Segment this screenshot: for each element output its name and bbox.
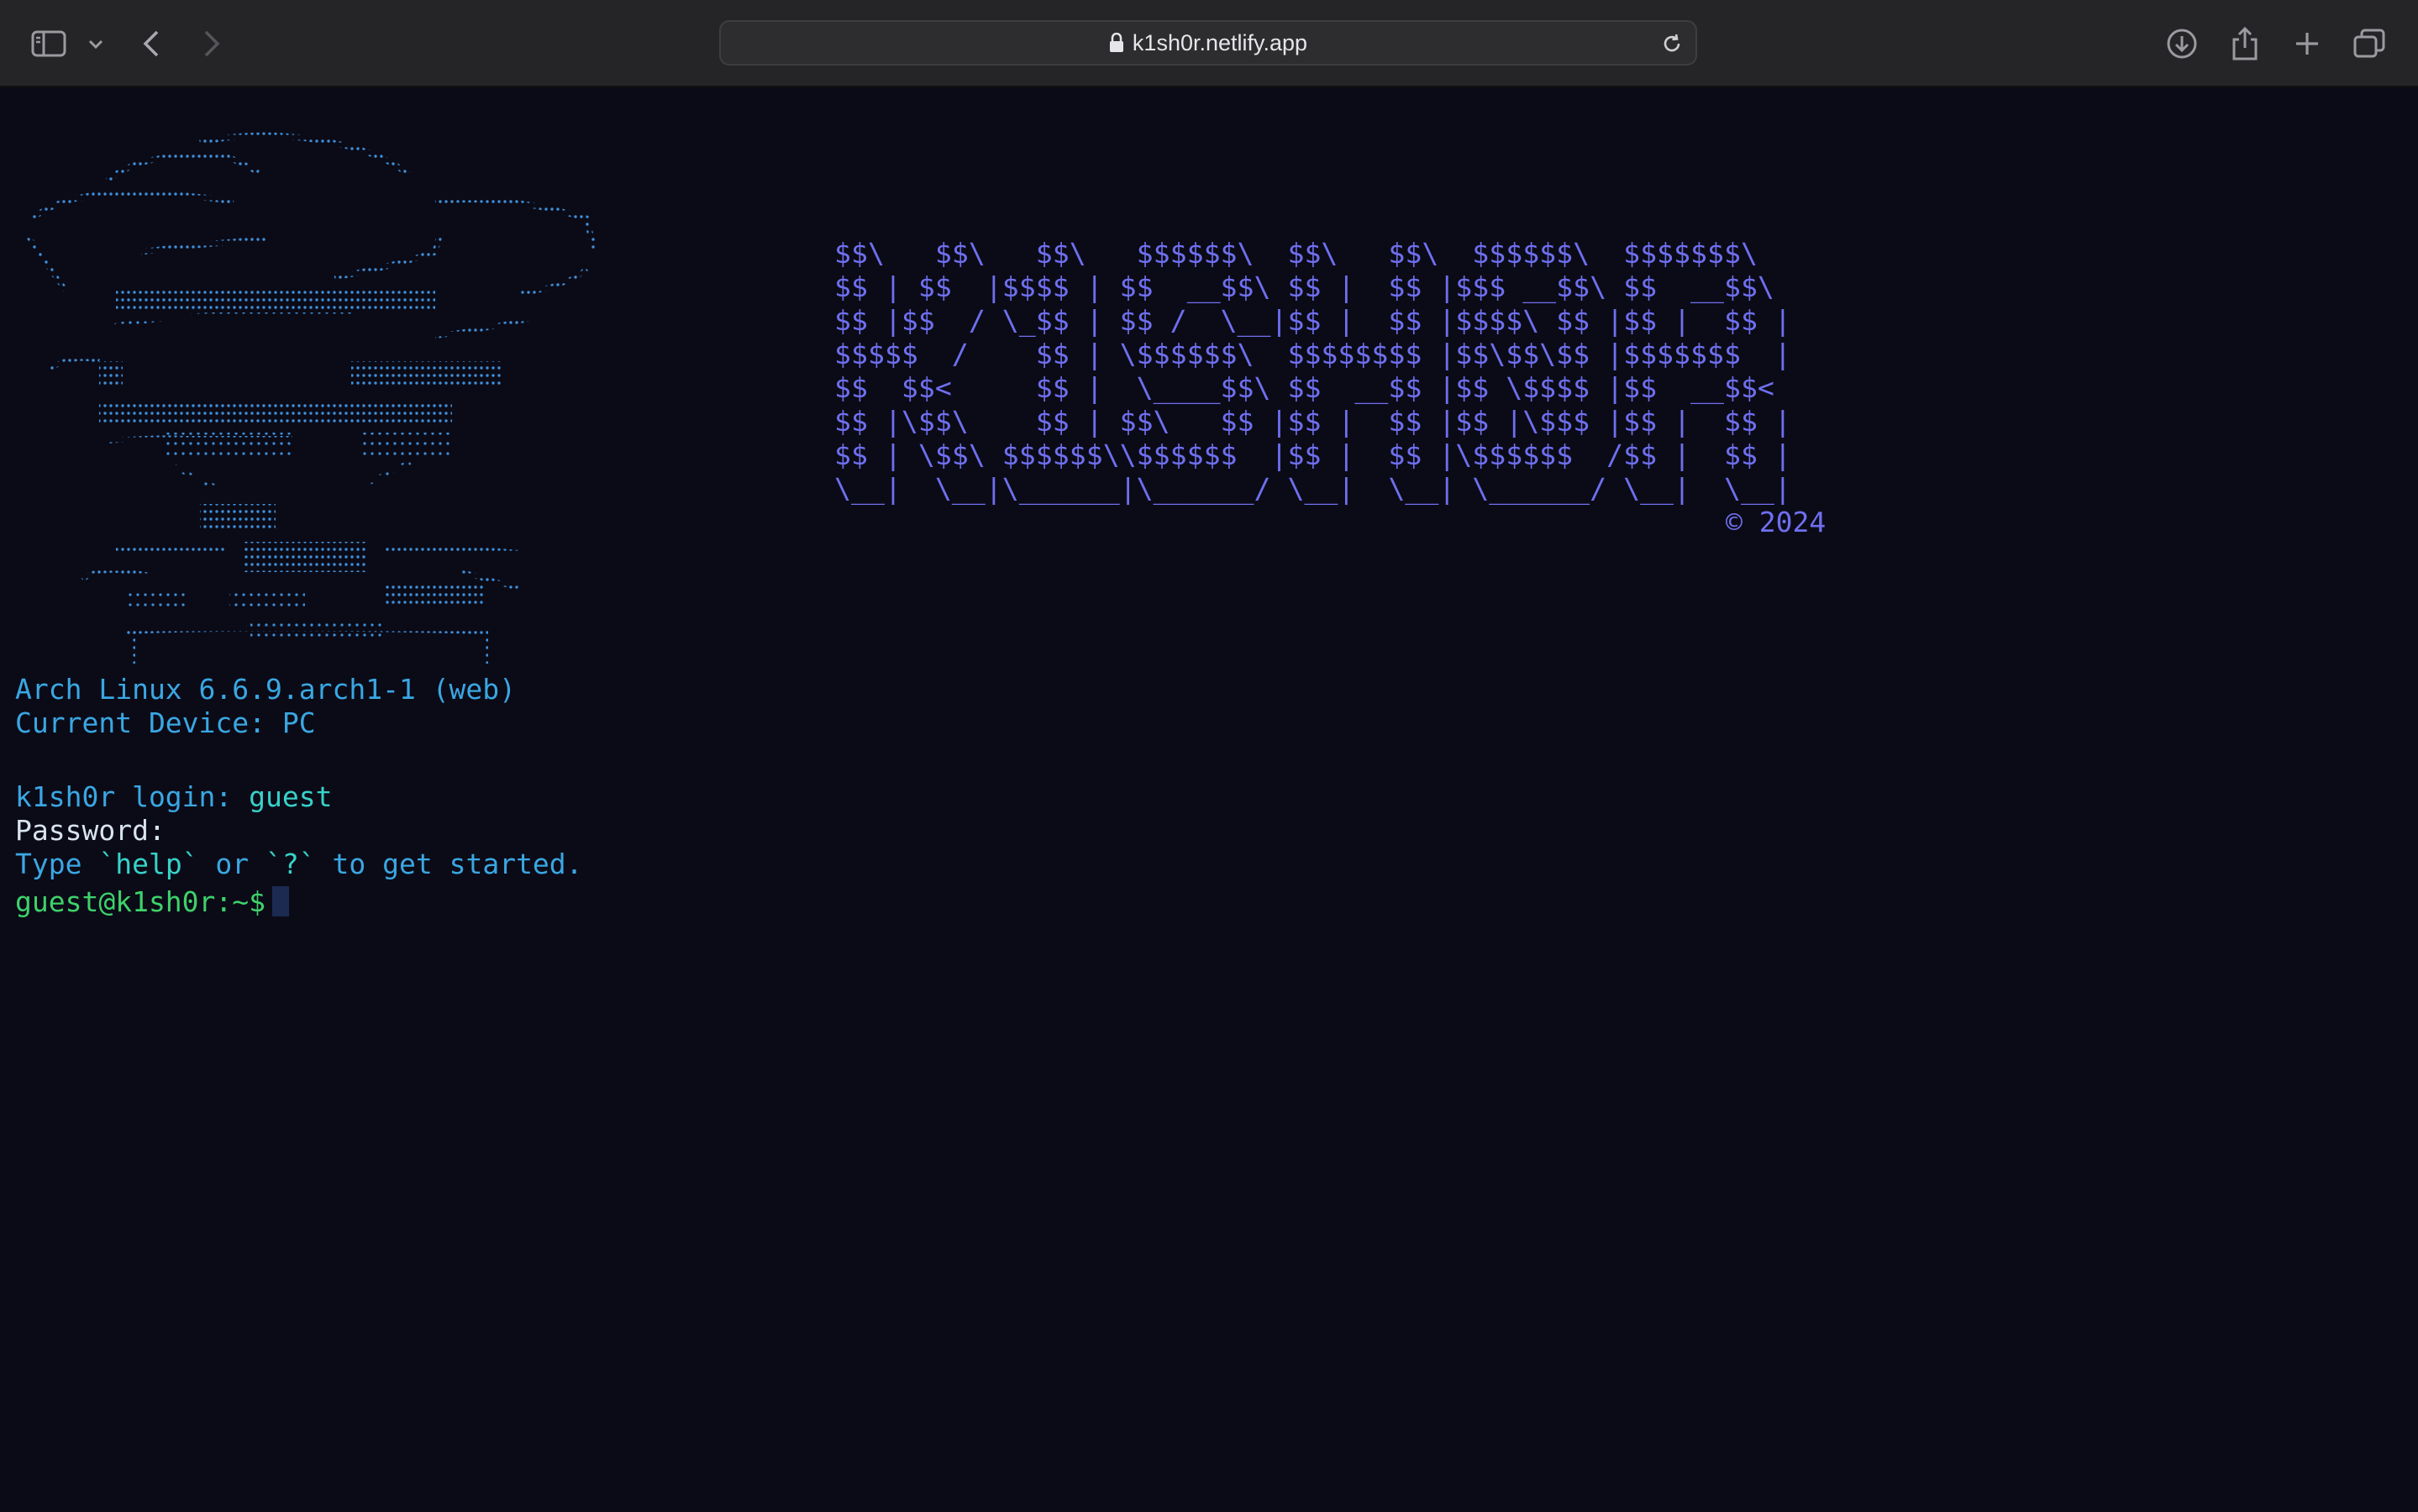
- banner-line: $$ |$$ / \_$$ | $$ / \__|$$ | $$ |$$$$\ …: [834, 304, 1791, 337]
- download-icon[interactable]: [2157, 18, 2207, 69]
- banner-line: $$ $$< $$ | \____$$\ $$ __$$ |$$ \$$$$ |…: [834, 371, 1774, 404]
- reload-icon[interactable]: [1657, 29, 1687, 59]
- hint-line: Type `help` or `?` to get started.: [15, 848, 583, 881]
- hint-or: or: [198, 848, 266, 880]
- banner-line: $$\ $$\ $$\ $$$$$$\ $$\ $$\ $$$$$$\ $$$$…: [834, 237, 1758, 270]
- banner-line: \__| \__|\______|\______/ \__| \__| \___…: [834, 472, 1791, 505]
- banner-line: $$ | \$$\ $$$$$$\\$$$$$$ |$$ | $$ |\$$$$…: [834, 438, 1791, 471]
- banner-line: $$$$$ / $$ | \$$$$$$\ $$$$$$$$ |$$\$$\$$…: [834, 338, 1791, 370]
- login-user: guest: [249, 780, 333, 813]
- browser-toolbar: k1sh0r.netlify.app: [0, 0, 2418, 87]
- address-bar[interactable]: k1sh0r.netlify.app: [719, 20, 1697, 66]
- shell-prompt: guest@k1sh0r:~$: [15, 885, 266, 918]
- share-icon[interactable]: [2220, 18, 2270, 69]
- password-line: Password:: [15, 814, 166, 847]
- plus-icon[interactable]: [2282, 18, 2332, 69]
- hint-help-command: `help`: [98, 848, 199, 880]
- lock-icon: [1109, 33, 1124, 53]
- logo-art-image: [25, 132, 598, 664]
- system-info-line: Arch Linux 6.6.9.arch1-1 (web): [15, 673, 517, 706]
- banner-line: $$ |\$$\ $$ | $$\ $$ |$$ | $$ |$$ |\$$$ …: [834, 405, 1791, 438]
- tab-overview-icon[interactable]: [2344, 18, 2394, 69]
- prompt-line[interactable]: guest@k1sh0r:~$: [15, 885, 290, 919]
- hint-prefix: Type: [15, 848, 99, 880]
- login-label: k1sh0r login:: [15, 780, 233, 813]
- copyright-text: © 2024: [1726, 506, 1827, 538]
- chevron-down-icon[interactable]: [71, 18, 121, 69]
- login-line: k1sh0r login: guest: [15, 780, 333, 814]
- forward-arrow-icon[interactable]: [187, 18, 237, 69]
- device-info-line: Current Device: PC: [15, 706, 316, 739]
- back-arrow-icon[interactable]: [126, 18, 176, 69]
- terminal-cursor[interactable]: [272, 886, 290, 916]
- hint-question-command: `?`: [265, 848, 316, 880]
- banner-line: $$ | $$ |$$$$ | $$ __$$\ $$ | $$ |$$$ __…: [834, 270, 1774, 303]
- hint-suffix: to get started.: [315, 848, 583, 880]
- url-text: k1sh0r.netlify.app: [1132, 29, 1308, 55]
- terminal-page[interactable]: $$\ $$\ $$\ $$$$$$\ $$\ $$\ $$$$$$\ $$$$…: [0, 87, 2418, 1512]
- ascii-banner: $$\ $$\ $$\ $$$$$$\ $$\ $$\ $$$$$$\ $$$$…: [834, 237, 1791, 506]
- sidebar-icon[interactable]: [24, 18, 74, 69]
